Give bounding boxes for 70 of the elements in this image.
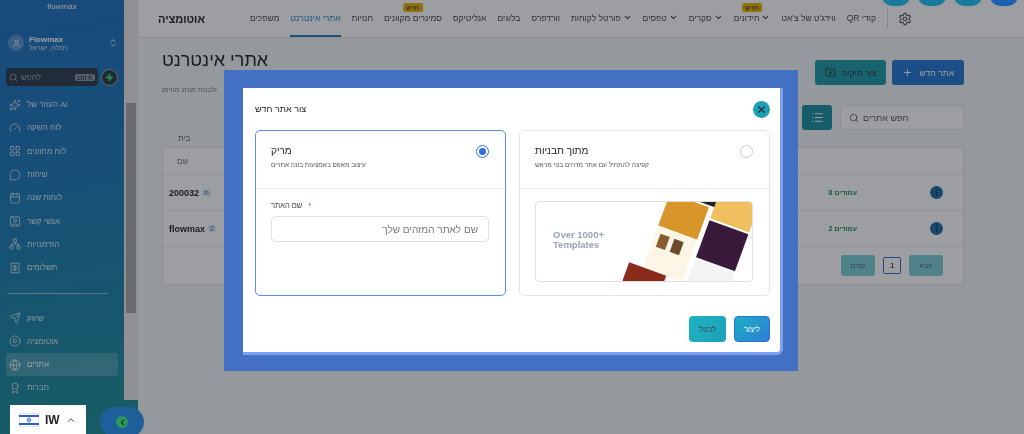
sidebar-item[interactable]: לוח השקה	[6, 116, 118, 140]
settings-icon[interactable]	[898, 11, 912, 26]
bolt-icon	[105, 72, 114, 82]
sidebar-item[interactable]: תשלומים	[6, 256, 118, 280]
new-folder-button[interactable]: צור תיקיה	[815, 60, 887, 85]
dialog-title: צור אתר חדש	[255, 104, 307, 114]
banner-text: Over 1000+ Templates	[552, 228, 605, 253]
nav-tab[interactable]: וורדפרס	[531, 0, 560, 37]
collapse-button[interactable]	[100, 407, 144, 434]
account-name: Flowmax	[29, 35, 65, 44]
search-icon	[849, 112, 859, 123]
chat-icon	[9, 168, 21, 181]
close-icon	[756, 103, 767, 115]
more-button[interactable]	[930, 222, 943, 235]
page-number[interactable]: 1	[883, 257, 901, 274]
more-button[interactable]	[930, 186, 943, 199]
sidebar-item[interactable]: אוטומציה	[6, 329, 118, 353]
switch-icon[interactable]	[108, 38, 118, 48]
nav-tab[interactable]: בלוגים	[497, 0, 521, 37]
flag-icon	[19, 412, 39, 427]
more-icon	[932, 188, 941, 197]
site-name[interactable]: 200032	[169, 187, 200, 198]
globe-icon	[9, 358, 21, 371]
folder-icon	[825, 67, 837, 78]
send-icon	[9, 312, 21, 324]
nav-tab[interactable]: ווידג'ט של צ'אט	[781, 0, 836, 37]
sidebar-item[interactable]: לוחות שנה	[6, 186, 118, 210]
option-title: מריק	[271, 145, 293, 156]
network-icon	[9, 238, 21, 251]
contact-icon	[9, 215, 21, 228]
receipt-icon	[9, 261, 21, 274]
column-header: שם	[177, 156, 189, 166]
sidebar-item[interactable]: לוח מחוונים	[6, 139, 118, 163]
page-title: אתרי אינטרנט	[162, 50, 269, 70]
new-site-button[interactable]: אתר חדש	[892, 60, 964, 85]
nav-tab[interactable]: טפסים	[642, 0, 678, 37]
play-icon	[9, 335, 21, 348]
gauge-icon	[9, 121, 21, 134]
language-selector[interactable]: IW	[10, 405, 86, 434]
sidebar-item[interactable]: שיווק	[6, 306, 118, 330]
nav-tab[interactable]: חנויות	[351, 0, 373, 37]
award-icon	[9, 381, 21, 394]
nav-tab[interactable]: QR קודי	[846, 0, 876, 37]
more-icon	[932, 224, 941, 233]
nav-tab[interactable]: פורטל לקוחות	[570, 0, 632, 37]
scrollbar[interactable]	[124, 0, 138, 400]
sidebar-item[interactable]: הזדמנויות	[6, 232, 118, 257]
grid-icon	[9, 145, 21, 158]
section-title: אוטומציה	[157, 11, 205, 27]
logo: flowmax	[46, 1, 78, 13]
option-title: מתוך תבניות	[535, 145, 590, 156]
list-view-button[interactable]	[802, 105, 832, 130]
site-name-input[interactable]: שם לאתר המזהים שלך	[271, 216, 489, 242]
search-field[interactable]: חפש אתרים	[840, 105, 964, 130]
sparkles-icon	[9, 98, 21, 111]
plus-icon	[902, 67, 914, 78]
sidebar-item[interactable]: אנשי קשר	[6, 209, 118, 233]
site-name[interactable]: flowmax	[169, 223, 205, 234]
close-button[interactable]	[753, 100, 770, 118]
bolt-button[interactable]	[101, 68, 118, 86]
list-icon	[810, 111, 824, 124]
calendar-icon	[9, 191, 21, 204]
nav-tab[interactable]: סקרים	[688, 0, 723, 37]
nav-tab[interactable]: אתרי אינטרנט	[290, 0, 341, 37]
nav-tab[interactable]: אנליטיקס	[452, 0, 487, 37]
sidebar-item[interactable]: העוזר של AI	[6, 93, 118, 117]
sidebar-item[interactable]: חברות	[6, 376, 118, 400]
nav-tab[interactable]: משפכים	[250, 0, 280, 37]
search-icon	[9, 72, 18, 82]
sidebar-item[interactable]: שיחות	[6, 162, 118, 187]
